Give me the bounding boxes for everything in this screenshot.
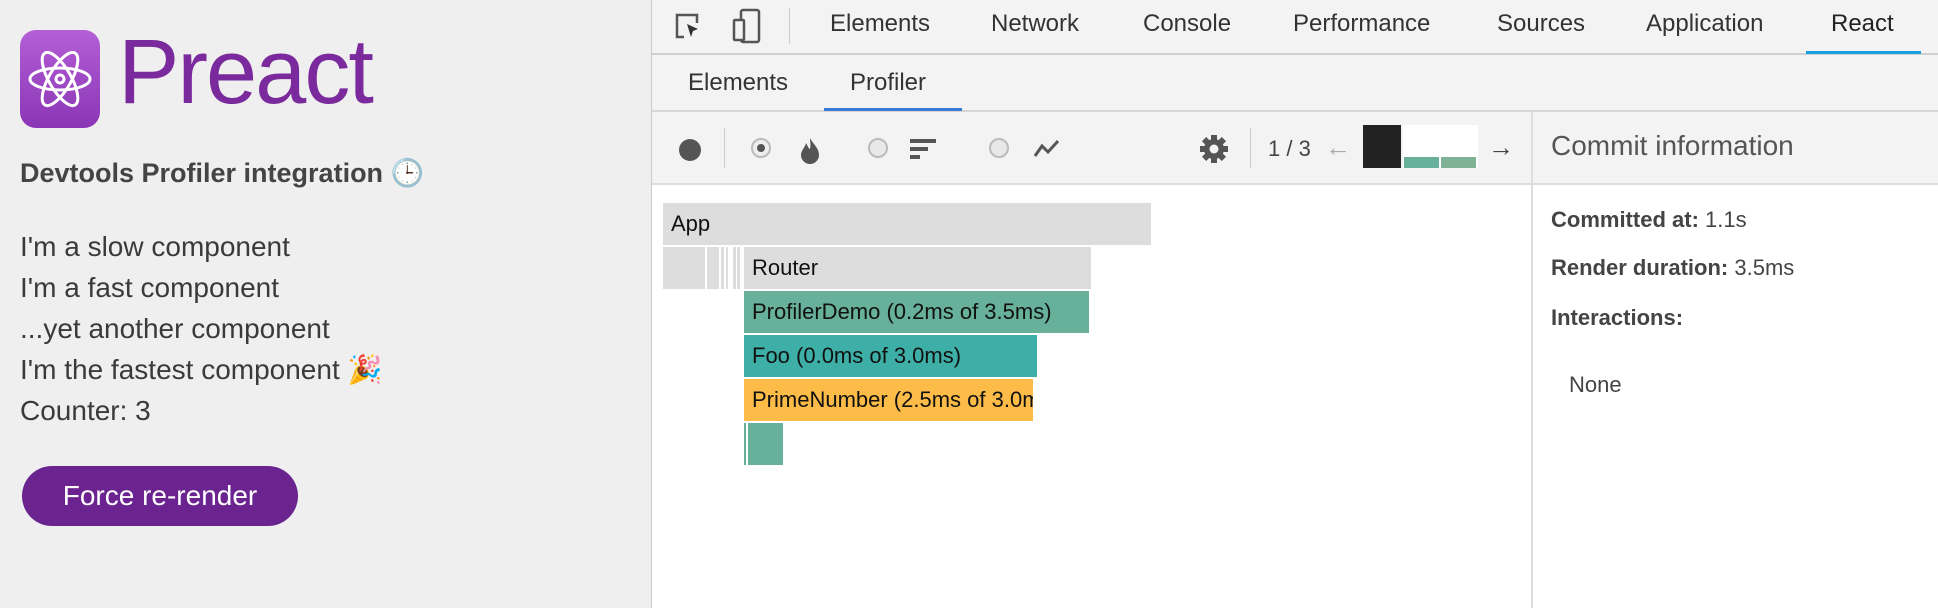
arrow-right-icon[interactable]: → <box>1488 132 1514 163</box>
tab-react[interactable]: React <box>1831 10 1894 38</box>
flame-bar-small[interactable] <box>744 423 746 465</box>
commit-bar-selected[interactable] <box>1363 125 1401 168</box>
interactions-radio[interactable] <box>989 138 1009 158</box>
logo-text: Preact <box>118 21 374 123</box>
app-page: Preact Devtools Profiler integration 🕒 I… <box>0 0 651 608</box>
flame-bar-foo[interactable]: Foo (0.0ms of 3.0ms) <box>744 335 1037 377</box>
ranked-chart-icon[interactable] <box>910 139 936 166</box>
flame-bar-small[interactable] <box>707 247 719 289</box>
flame-bar-router[interactable]: Router <box>744 247 1091 289</box>
interactions-icon[interactable] <box>1032 138 1062 165</box>
active-subtab-indicator <box>824 108 962 111</box>
flame-bar-small[interactable] <box>721 247 724 289</box>
subtab-profiler[interactable]: Profiler <box>850 69 926 97</box>
flame-bar-small[interactable] <box>748 423 783 465</box>
flame-bar-small[interactable] <box>663 247 705 289</box>
inspect-element-icon[interactable] <box>674 12 702 47</box>
record-icon[interactable] <box>679 139 701 161</box>
another-component-text: ...yet another component <box>20 313 330 344</box>
fastest-component-text: I'm the fastest component 🎉 <box>20 354 383 385</box>
flame-bar-small[interactable] <box>737 247 740 289</box>
tab-performance[interactable]: Performance <box>1293 10 1430 38</box>
divider <box>1250 128 1251 168</box>
arrow-left-icon[interactable]: ← <box>1325 132 1351 163</box>
tab-sources[interactable]: Sources <box>1497 10 1585 38</box>
clock-icon: 🕒 <box>390 158 425 188</box>
commit-info-title: Commit information <box>1533 112 1938 185</box>
profiler-toolbar: 1 / 3 ← → <box>652 112 1531 185</box>
devtools-panel: Elements Network Console Performance Sou… <box>651 0 1938 608</box>
component-list: I'm a slow component I'm a fast componen… <box>20 226 382 431</box>
flame-bar-small[interactable] <box>726 247 728 289</box>
render-duration: Render duration: 3.5ms <box>1551 255 1795 280</box>
divider <box>789 8 790 44</box>
flame-bar-primenumber[interactable]: PrimeNumber (2.5ms of 3.0ms) <box>744 379 1033 421</box>
slow-component-text: I'm a slow component <box>20 231 290 262</box>
ranked-chart-radio[interactable] <box>868 138 888 158</box>
fast-component-text: I'm a fast component <box>20 272 280 303</box>
flame-bar-profilerdemo[interactable]: ProfilerDemo (0.2ms of 3.5ms) <box>744 291 1089 333</box>
commit-bar[interactable] <box>1404 157 1439 168</box>
device-toolbar-icon[interactable] <box>732 8 762 49</box>
party-icon: 🎉 <box>347 354 383 385</box>
interactions-label: Interactions: <box>1551 305 1684 330</box>
tab-application[interactable]: Application <box>1646 10 1763 38</box>
tab-console[interactable]: Console <box>1143 10 1231 38</box>
subtab-elements[interactable]: Elements <box>688 69 788 97</box>
page-heading: Devtools Profiler integration 🕒 <box>20 158 425 188</box>
settings-gear-icon[interactable] <box>1199 134 1229 169</box>
tab-elements[interactable]: Elements <box>830 10 930 38</box>
commit-info-panel: Commit information Committed at: 1.1s Re… <box>1531 112 1938 608</box>
tab-network[interactable]: Network <box>991 10 1079 38</box>
react-subtab-bar: Elements Profiler <box>652 55 1938 112</box>
atom-logo-icon <box>20 30 100 128</box>
flame-chart: App Router ProfilerDemo (0.2ms of 3.5ms)… <box>652 187 1531 608</box>
flame-chart-icon[interactable] <box>799 136 821 169</box>
active-tab-indicator <box>1806 51 1921 54</box>
commit-bar[interactable] <box>1441 157 1476 168</box>
interactions-value: None <box>1569 372 1622 397</box>
flame-bar-small[interactable] <box>733 247 736 289</box>
commit-counter: 1 / 3 <box>1268 136 1311 161</box>
force-rerender-button[interactable]: Force re-render <box>22 466 298 526</box>
flame-bar-app[interactable]: App <box>663 203 1151 245</box>
flame-chart-radio[interactable] <box>751 138 771 158</box>
devtools-tab-bar: Elements Network Console Performance Sou… <box>652 0 1938 55</box>
counter-text: Counter: 3 <box>20 395 151 426</box>
divider <box>724 128 725 168</box>
committed-at: Committed at: 1.1s <box>1551 207 1747 232</box>
